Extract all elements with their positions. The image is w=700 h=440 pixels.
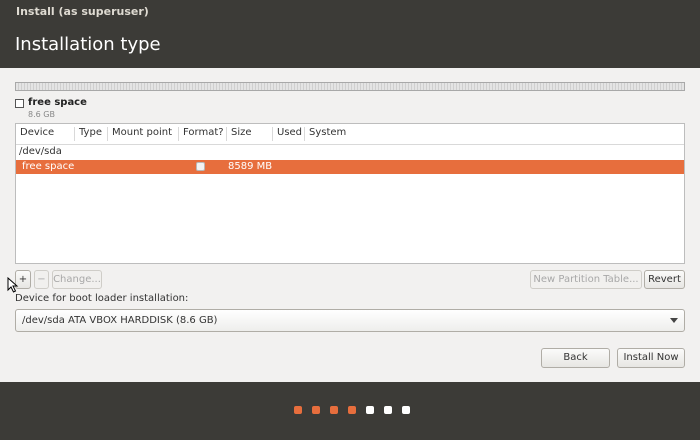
revert-button[interactable]: Revert: [644, 270, 685, 289]
boot-loader-device-select[interactable]: /dev/sda ATA VBOX HARDDISK (8.6 GB): [15, 309, 685, 332]
partition-size-cell: 8589 MB: [228, 161, 273, 172]
boot-loader-label: Device for boot loader installation:: [15, 293, 189, 304]
footer-bar: [0, 382, 700, 440]
partition-table: Device Type Mount point Format? Size Use…: [15, 123, 685, 264]
column-header-type[interactable]: Type: [74, 127, 107, 141]
dropdown-arrow-icon: [670, 318, 678, 323]
column-header-device[interactable]: Device: [16, 127, 74, 141]
progress-dot: [294, 406, 302, 414]
partition-device-cell: free space: [22, 161, 75, 172]
main-content: free space 8.6 GB Device Type Mount poin…: [0, 68, 700, 382]
mouse-pointer-icon: [7, 277, 19, 293]
format-checkbox[interactable]: [196, 162, 205, 171]
progress-dot: [312, 406, 320, 414]
progress-dot: [384, 406, 392, 414]
progress-dot: [402, 406, 410, 414]
page-title: Installation type: [15, 34, 161, 55]
column-header-size[interactable]: Size: [226, 127, 272, 141]
column-header-mount-point[interactable]: Mount point: [107, 127, 178, 141]
partition-row-selected[interactable]: free space 8589 MB: [16, 160, 684, 174]
install-now-button[interactable]: Install Now: [617, 348, 685, 368]
new-partition-table-button[interactable]: New Partition Table...: [530, 270, 642, 289]
progress-dot: [366, 406, 374, 414]
page-header: Installation type: [0, 24, 700, 68]
change-partition-button[interactable]: Change...: [52, 270, 102, 289]
back-button[interactable]: Back: [541, 348, 610, 368]
remove-partition-button[interactable]: −: [34, 270, 49, 289]
column-header-system[interactable]: System: [304, 127, 684, 141]
free-space-legend-label: free space: [28, 97, 87, 108]
progress-dot: [330, 406, 338, 414]
window-title: Install (as superuser): [16, 5, 149, 18]
free-space-legend-swatch: [15, 99, 24, 108]
window-titlebar: Install (as superuser): [0, 0, 700, 24]
device-row[interactable]: /dev/sda: [16, 146, 684, 160]
device-row-label: /dev/sda: [19, 146, 62, 157]
column-header-format[interactable]: Format?: [178, 127, 226, 141]
free-space-legend-size: 8.6 GB: [28, 110, 55, 119]
disk-usage-bar: [15, 82, 685, 91]
partition-table-header: Device Type Mount point Format? Size Use…: [16, 124, 684, 145]
boot-loader-selected-value: /dev/sda ATA VBOX HARDDISK (8.6 GB): [22, 315, 218, 326]
column-header-used[interactable]: Used: [272, 127, 304, 141]
progress-dot: [348, 406, 356, 414]
